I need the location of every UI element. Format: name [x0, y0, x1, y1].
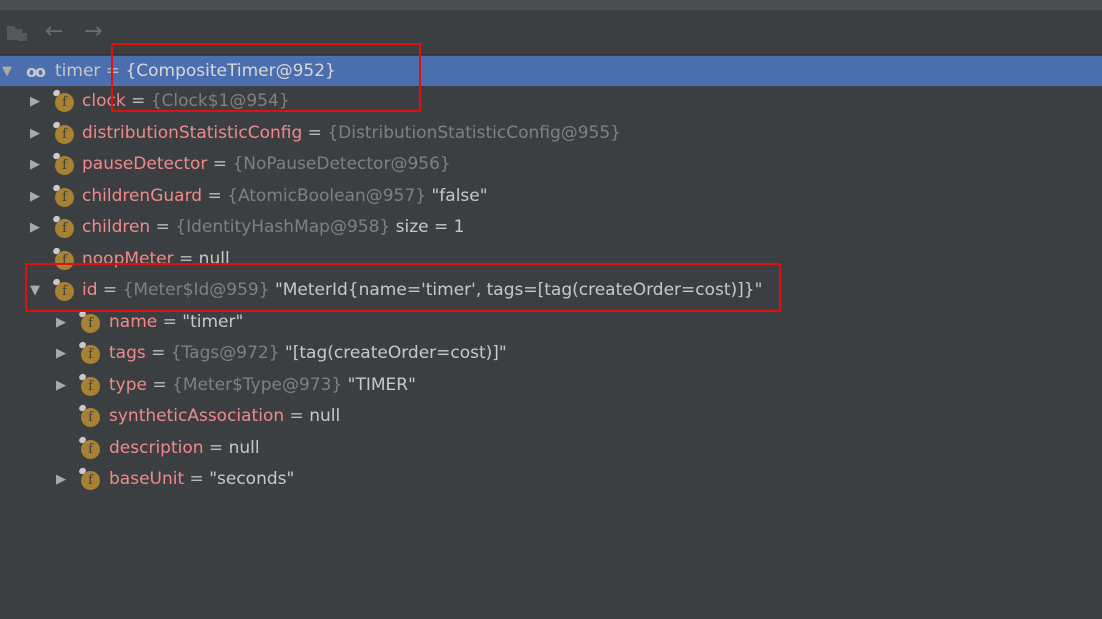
- equals: =: [203, 437, 229, 458]
- collapsed-arrow-icon[interactable]: ▶: [56, 338, 66, 369]
- equals: =: [146, 374, 173, 395]
- collapsed-arrow-icon[interactable]: ▶: [30, 212, 40, 243]
- var-name: distributionStatisticConfig: [82, 122, 303, 143]
- var-name: baseUnit: [109, 469, 185, 489]
- var-value: "seconds": [209, 469, 295, 489]
- var-name: type: [109, 374, 147, 395]
- forward-arrow-icon[interactable]: →: [84, 21, 102, 43]
- field-icon: f: [81, 439, 100, 459]
- field-icon: f: [81, 376, 100, 396]
- tree-row-children[interactable]: ▶ f children = {IdentityHashMap@958} size …: [0, 212, 1102, 244]
- restore-layout-icon[interactable]: [6, 24, 28, 42]
- equals: =: [302, 122, 328, 143]
- var-name: name: [109, 311, 158, 332]
- field-icon: f: [55, 187, 74, 207]
- equals: =: [202, 185, 228, 206]
- tree-row-childrenGuard[interactable]: ▶ f childrenGuard = {AtomicBoolean@957} "f…: [0, 181, 1102, 213]
- top-strip: [0, 0, 1102, 10]
- collapsed-arrow-icon[interactable]: ▶: [30, 181, 40, 212]
- field-icon: f: [81, 313, 100, 333]
- watch-icon: oo: [26, 62, 46, 81]
- var-value: size = 1: [395, 217, 465, 237]
- field-icon: f: [55, 156, 74, 175]
- var-type: {NoPauseDetector@956}: [232, 154, 451, 174]
- tree-row-syntheticAssociation[interactable]: f syntheticAssociation = null: [0, 401, 1102, 433]
- var-name: childrenGuard: [82, 185, 203, 206]
- var-name: syntheticAssociation: [109, 406, 285, 426]
- var-value: "false": [431, 185, 488, 206]
- collapsed-arrow-icon[interactable]: ▶: [56, 464, 66, 495]
- var-name: tags: [109, 343, 146, 363]
- equals: =: [184, 469, 210, 489]
- collapsed-arrow-icon[interactable]: ▶: [30, 118, 40, 149]
- equals: =: [207, 154, 233, 174]
- var-value: "[tag(createOrder=cost)]": [284, 343, 507, 363]
- collapsed-arrow-icon[interactable]: ▶: [30, 86, 40, 117]
- tree-row-baseUnit[interactable]: ▶ f baseUnit = "seconds": [0, 464, 1102, 496]
- equals: =: [145, 343, 171, 363]
- var-value: null: [228, 437, 260, 458]
- field-icon: f: [81, 471, 100, 490]
- var-type: {Tags@972}: [170, 343, 280, 363]
- expanded-arrow-icon[interactable]: ▼: [2, 56, 12, 87]
- var-value: "TIMER": [347, 374, 416, 395]
- tree-row-type[interactable]: ▶ f type = {Meter$Type@973} "TIMER": [0, 370, 1102, 402]
- var-value: null: [309, 406, 341, 426]
- var-type: {IdentityHashMap@958}: [175, 217, 391, 237]
- field-icon: f: [55, 219, 74, 238]
- annotation-box: [25, 263, 781, 312]
- tree-row-tags[interactable]: ▶ f tags = {Tags@972} "[tag(createOrder=co…: [0, 338, 1102, 370]
- var-name: description: [109, 437, 204, 458]
- var-type: {Meter$Type@973}: [172, 374, 343, 395]
- field-icon: f: [55, 124, 74, 144]
- var-value: "timer": [182, 311, 244, 332]
- field-icon: f: [81, 345, 100, 364]
- back-arrow-icon[interactable]: ←: [45, 21, 63, 43]
- equals: =: [157, 311, 183, 332]
- tree-row-description[interactable]: f description = null: [0, 433, 1102, 465]
- equals: =: [284, 406, 310, 426]
- equals: =: [150, 217, 176, 237]
- var-name: timer: [55, 61, 101, 81]
- var-type: {AtomicBoolean@957}: [227, 185, 427, 206]
- var-type: {DistributionStatisticConfig@955}: [327, 122, 622, 143]
- var-name: pauseDetector: [82, 154, 208, 174]
- var-name: children: [82, 217, 151, 237]
- annotation-box: [111, 43, 421, 112]
- collapsed-arrow-icon[interactable]: ▶: [30, 149, 40, 180]
- field-icon: f: [81, 408, 100, 427]
- tree-row-distributionStatisticConfig[interactable]: ▶ f distributionStatisticConfig = {Distrib…: [0, 118, 1102, 150]
- tree-row-pauseDetector[interactable]: ▶ f pauseDetector = {NoPauseDetector@956}: [0, 149, 1102, 181]
- field-icon: f: [55, 93, 74, 112]
- collapsed-arrow-icon[interactable]: ▶: [56, 370, 66, 401]
